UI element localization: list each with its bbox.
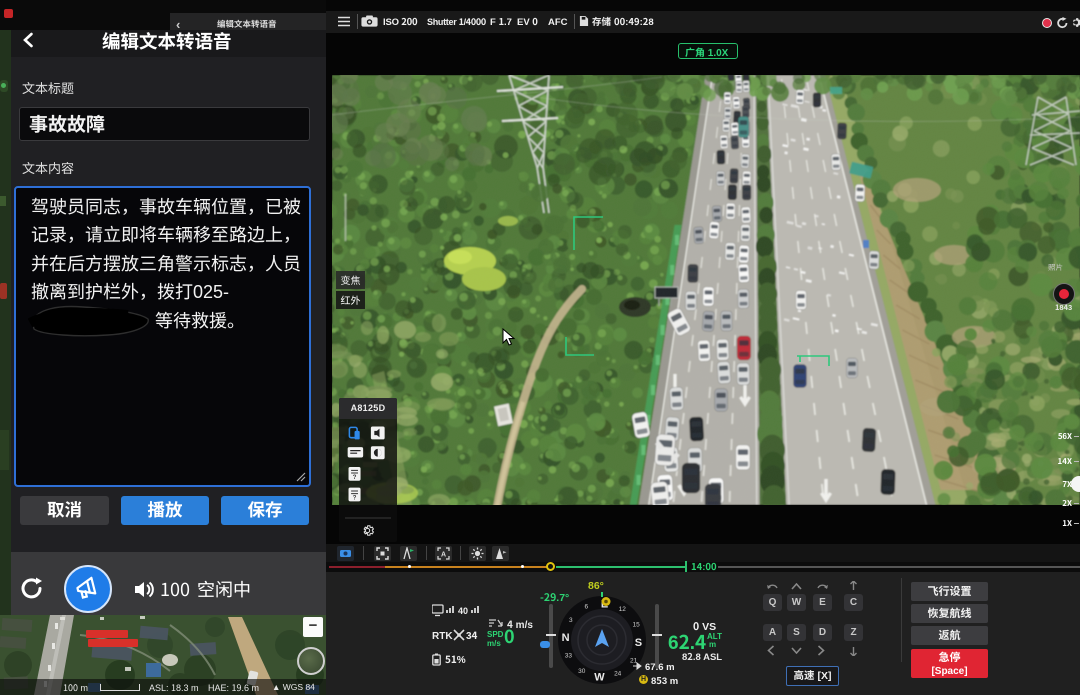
svg-text:15: 15 <box>633 621 641 628</box>
svg-text:40: 40 <box>458 606 468 616</box>
svg-text:N: N <box>562 632 570 644</box>
svg-text:33: 33 <box>565 653 573 660</box>
svg-text:24: 24 <box>614 671 622 678</box>
svg-text:?: ? <box>353 496 357 502</box>
svg-text:3: 3 <box>569 617 573 624</box>
svg-text:30: 30 <box>578 668 586 675</box>
svg-text:12: 12 <box>619 606 627 613</box>
svg-text:?: ? <box>353 475 357 481</box>
svg-text:A: A <box>441 552 446 559</box>
svg-text:6: 6 <box>584 603 588 610</box>
svg-text:W: W <box>594 671 605 683</box>
svg-text:S: S <box>635 637 642 649</box>
